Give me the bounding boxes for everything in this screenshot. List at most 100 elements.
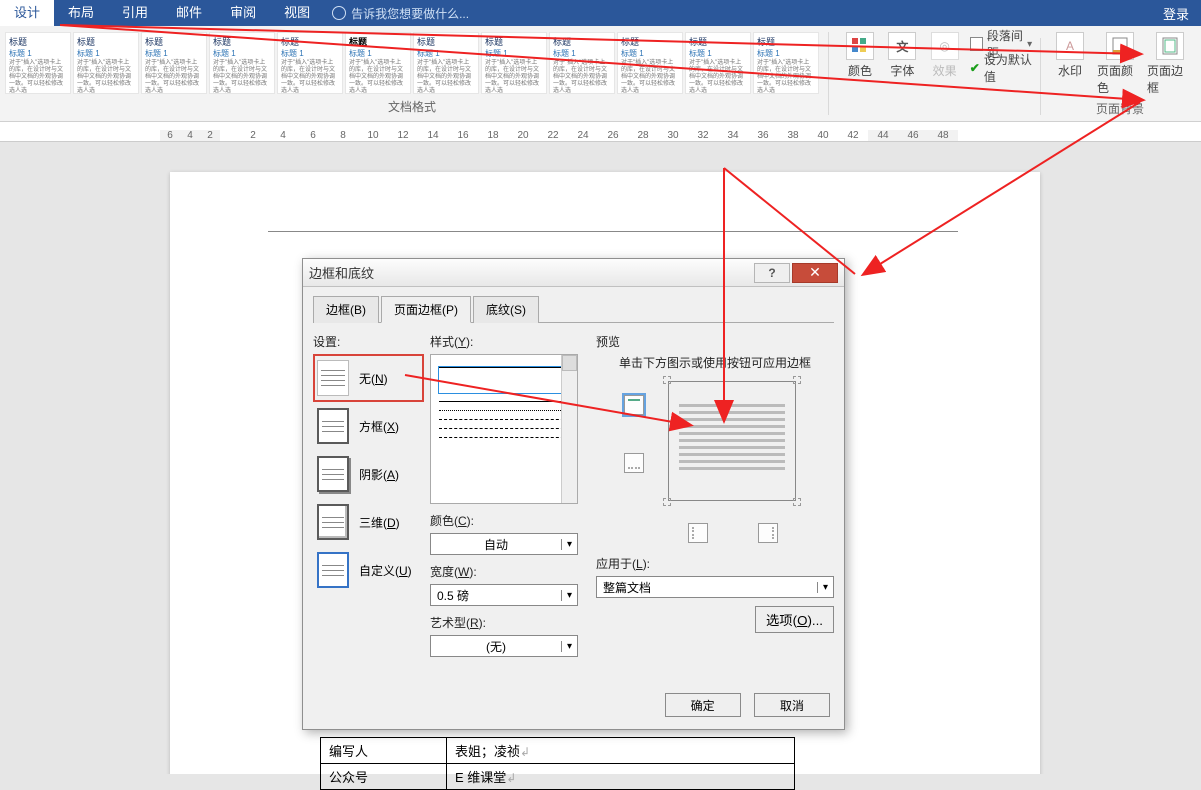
table-row: 编写人 表姐；凌祯↲: [321, 738, 795, 764]
table-row: 公众号 E 维课堂↲: [321, 764, 795, 790]
ribbon-right: 颜色 文 字体 ◎ 效果 段落间距 ▾ ✔ 设为默认值 A: [833, 26, 1201, 121]
set-default[interactable]: ✔ 设为默认值: [970, 58, 1032, 78]
apply-dropdown[interactable]: 整篇文档 ▾: [596, 576, 834, 598]
settings-label: 设置:: [313, 333, 424, 350]
setting-3d-icon: [317, 504, 349, 540]
watermark-icon: A: [1056, 32, 1084, 60]
setting-box-label: 方框(X): [359, 418, 399, 435]
style-thumbnail[interactable]: 标题标题 1对于"插入"选项卡上的库，在设计时与文档中文档的外观协调一致。可以轻…: [73, 32, 139, 94]
ruler-tick: 12: [388, 130, 418, 141]
style-thumbnail[interactable]: 标题标题 1对于"插入"选项卡上的库，在设计时与文档中文档的外观协调一致。可以轻…: [5, 32, 71, 94]
color-label: 颜色(C):: [430, 512, 578, 529]
tab-references[interactable]: 引用: [108, 0, 162, 26]
style-thumbnail[interactable]: 标题标题 1对于"插入"选项卡上的库，在设计时与文档中文档的外观协调一致。可以轻…: [209, 32, 275, 94]
ruler-tick: 2: [200, 130, 220, 141]
toggle-top-border[interactable]: [624, 395, 644, 415]
setting-shadow-label: 阴影(A): [359, 466, 399, 483]
toggle-left-border[interactable]: [688, 523, 708, 543]
login-link[interactable]: 登录: [1163, 4, 1189, 23]
tell-me-text: 告诉我您想要做什么...: [351, 5, 469, 22]
style-thumbnail[interactable]: 标题标题 1对于"插入"选项卡上的库，在设计时与文档中文档的外观协调一致。可以轻…: [481, 32, 547, 94]
setting-shadow-icon: [317, 456, 349, 492]
dialog-help-button[interactable]: ?: [754, 263, 790, 283]
dialog-titlebar[interactable]: 边框和底纹 ? ✕: [303, 259, 844, 287]
page-border-button[interactable]: 页面边框: [1147, 32, 1193, 96]
ruler-tick: 14: [418, 130, 448, 141]
ruler-tick: 36: [748, 130, 778, 141]
dialog-close-button[interactable]: ✕: [792, 263, 838, 283]
watermark-label: 水印: [1058, 62, 1082, 79]
style-line[interactable]: [439, 437, 569, 438]
style-thumbnail[interactable]: 标题标题 1对于"插入"选项卡上的库，在设计时与文档中文档的外观协调一致。可以轻…: [753, 32, 819, 94]
cell-author-label: 编写人: [321, 738, 447, 764]
style-list[interactable]: [430, 354, 578, 504]
setting-3d-label: 三维(D): [359, 514, 400, 531]
style-line[interactable]: [439, 428, 569, 429]
ok-button[interactable]: 确定: [665, 693, 741, 717]
page-color-icon: [1106, 32, 1134, 60]
tab-page-border[interactable]: 页面边框(P): [381, 296, 471, 323]
ruler-tick: 32: [688, 130, 718, 141]
toggle-bottom-border[interactable]: [624, 453, 644, 473]
page-color-label: 页面颜色: [1097, 62, 1143, 96]
style-thumbnail[interactable]: 标题标题 1对于"插入"选项卡上的库，在设计时与文档中文档的外观协调一致。可以轻…: [617, 32, 683, 94]
style-line[interactable]: [439, 401, 569, 402]
page-color-button[interactable]: 页面颜色: [1097, 32, 1143, 96]
tab-design[interactable]: 设计: [0, 0, 54, 26]
effects-button[interactable]: ◎ 效果: [925, 32, 963, 121]
borders-shading-dialog: 边框和底纹 ? ✕ 边框(B) 页面边框(P) 底纹(S) 设置: 无(N): [302, 258, 845, 730]
page-border-label: 页面边框: [1147, 62, 1193, 96]
cancel-button[interactable]: 取消: [754, 693, 830, 717]
preview-label: 预览: [596, 333, 834, 350]
ruler-tick: 48: [928, 130, 958, 141]
fonts-button[interactable]: 文 字体: [883, 32, 921, 121]
options-button[interactable]: 选项(O)...: [755, 606, 834, 633]
style-line[interactable]: [439, 410, 569, 411]
tab-layout[interactable]: 布局: [54, 0, 108, 26]
apply-value: 整篇文档: [597, 579, 817, 596]
apply-label: 应用于(L):: [596, 555, 834, 572]
toggle-right-border[interactable]: [758, 523, 778, 543]
ruler-tick: 8: [328, 130, 358, 141]
style-solid[interactable]: [439, 367, 569, 393]
corner-handle: [663, 498, 671, 506]
tell-me[interactable]: 告诉我您想要做什么...: [332, 5, 469, 22]
ruler-tick: 16: [448, 130, 478, 141]
preview-page[interactable]: [668, 381, 796, 501]
info-table: 编写人 表姐；凌祯↲ 公众号 E 维课堂↲: [320, 737, 795, 790]
tab-view[interactable]: 视图: [270, 0, 324, 26]
setting-shadow[interactable]: 阴影(A): [313, 450, 424, 498]
tab-mailings[interactable]: 邮件: [162, 0, 216, 26]
corner-handle: [793, 376, 801, 384]
style-thumbnail[interactable]: 标题标题 1对于"插入"选项卡上的库，在设计时与文档中文档的外观协调一致。可以轻…: [413, 32, 479, 94]
watermark-button[interactable]: A 水印: [1047, 32, 1093, 96]
color-dropdown[interactable]: 自动 ▾: [430, 533, 578, 555]
ruler-tick: 44: [868, 130, 898, 141]
tab-review[interactable]: 审阅: [216, 0, 270, 26]
style-thumbnail[interactable]: 标题标题 1对于"插入"选项卡上的库，在设计时与文档中文档的外观协调一致。可以轻…: [141, 32, 207, 94]
style-gallery[interactable]: 标题标题 1对于"插入"选项卡上的库，在设计时与文档中文档的外观协调一致。可以轻…: [0, 26, 824, 94]
setting-none-icon: [317, 360, 349, 396]
paragraph-spacing-icon: [970, 37, 983, 51]
art-dropdown[interactable]: (无) ▾: [430, 635, 578, 657]
colors-button[interactable]: 颜色: [841, 32, 879, 121]
style-gallery-label: 文档格式: [0, 98, 824, 115]
tab-shading[interactable]: 底纹(S): [473, 296, 539, 323]
style-thumbnail[interactable]: 标题标题 1对于"插入"选项卡上的库，在设计时与文档中文档的外观协调一致。可以轻…: [685, 32, 751, 94]
colors-icon: [846, 32, 874, 60]
tab-borders[interactable]: 边框(B): [313, 296, 379, 323]
style-thumbnail[interactable]: 标题标题 1对于"插入"选项卡上的库，在设计时与文档中文档的外观协调一致。可以轻…: [345, 32, 411, 94]
setting-3d[interactable]: 三维(D): [313, 498, 424, 546]
ruler-tick: 20: [508, 130, 538, 141]
dialog-tabs: 边框(B) 页面边框(P) 底纹(S): [313, 295, 834, 323]
dialog-footer: 确定 取消: [655, 693, 830, 717]
width-spinner[interactable]: 0.5 磅 ▾: [430, 584, 578, 606]
setting-box[interactable]: 方框(X): [313, 402, 424, 450]
style-thumbnail[interactable]: 标题标题 1对于"插入"选项卡上的库，在设计时与文档中文档的外观协调一致。可以轻…: [549, 32, 615, 94]
setting-none[interactable]: 无(N): [313, 354, 424, 402]
setting-custom[interactable]: 自定义(U): [313, 546, 424, 594]
style-line[interactable]: [439, 419, 569, 420]
style-thumbnail[interactable]: 标题标题 1对于"插入"选项卡上的库，在设计时与文档中文档的外观协调一致。可以轻…: [277, 32, 343, 94]
scrollbar[interactable]: [561, 355, 577, 503]
ruler[interactable]: 6422468101214161820222426283032343638404…: [0, 122, 1201, 142]
